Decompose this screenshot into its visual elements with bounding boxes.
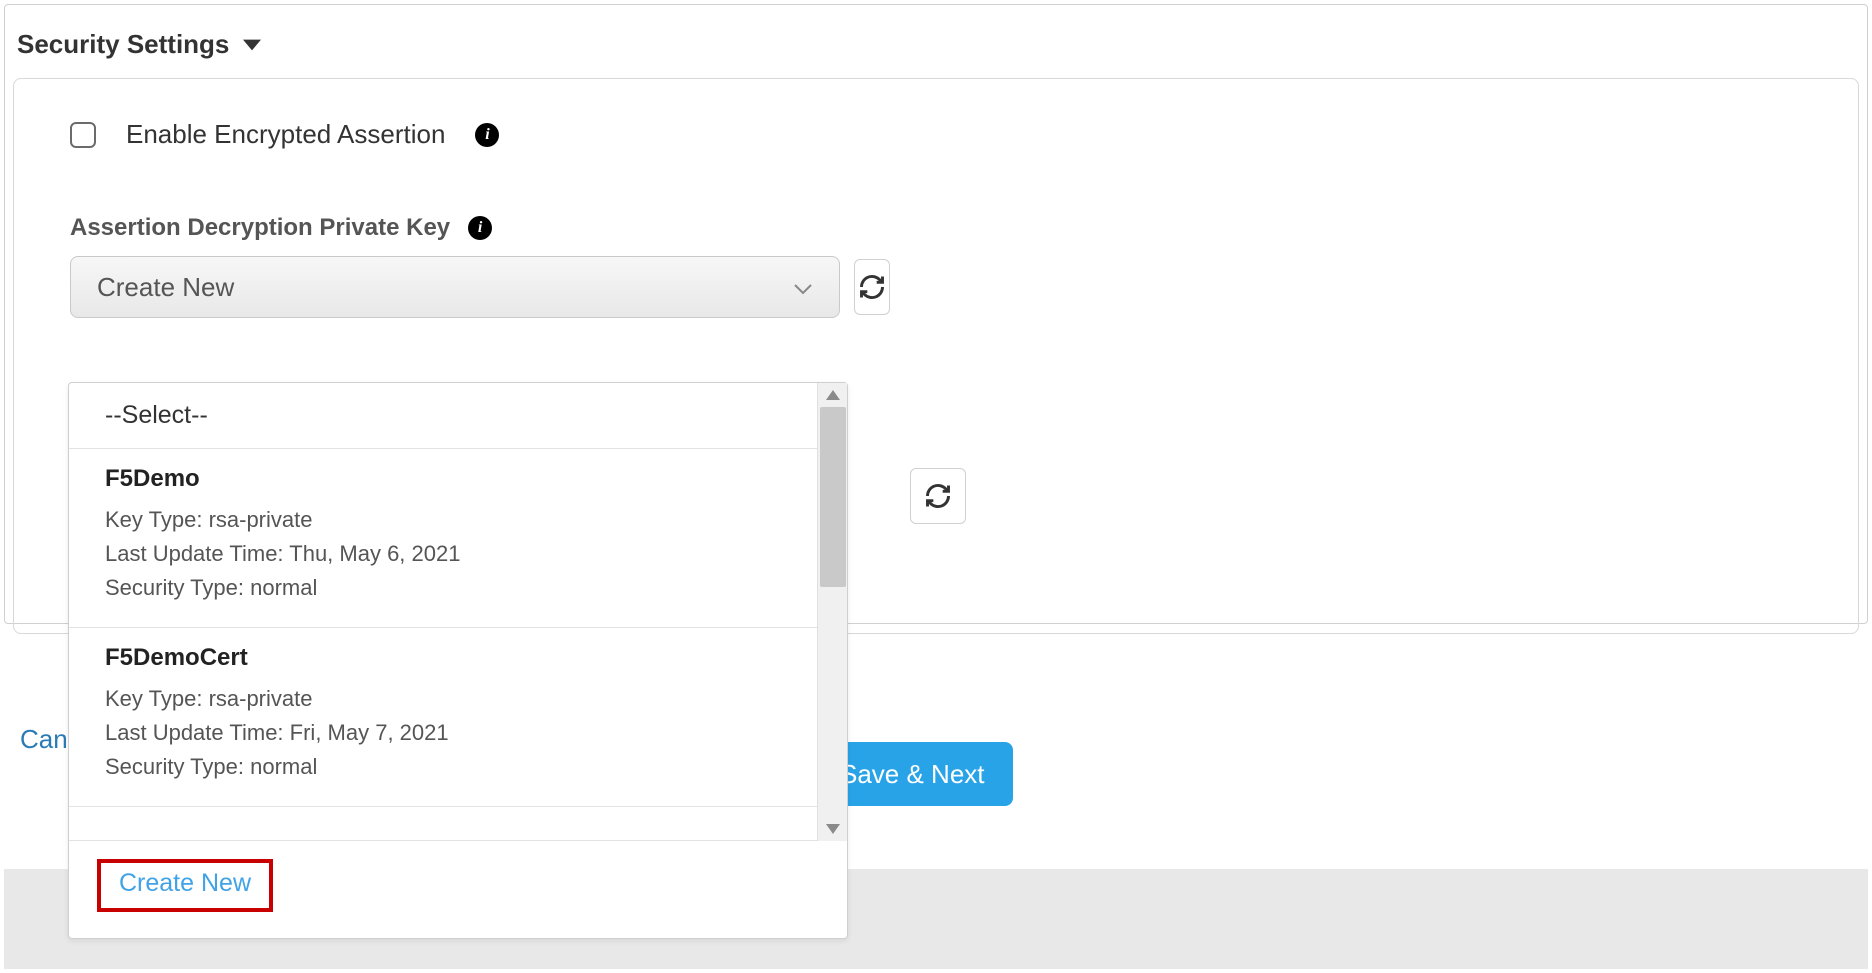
assertion-key-select-row: Create New bbox=[70, 256, 890, 318]
dropdown-option-f5demo[interactable]: F5Demo Key Type: rsa-private Last Update… bbox=[69, 449, 847, 628]
enable-encrypted-label: Enable Encrypted Assertion bbox=[126, 119, 445, 150]
dropdown-option-f5democert[interactable]: F5DemoCert Key Type: rsa-private Last Up… bbox=[69, 628, 847, 807]
create-new-option[interactable]: Create New bbox=[97, 859, 273, 912]
dropdown-option-placeholder[interactable]: --Select-- bbox=[69, 383, 847, 449]
option-keytype: Key Type: rsa-private bbox=[105, 507, 811, 533]
enable-encrypted-checkbox[interactable] bbox=[70, 122, 96, 148]
option-lastupdate: Last Update Time: Fri, May 7, 2021 bbox=[105, 720, 811, 746]
dropdown-option-peek[interactable] bbox=[69, 807, 847, 841]
chevron-down-icon bbox=[793, 272, 813, 303]
option-securitytype: Security Type: normal bbox=[105, 575, 811, 601]
caret-down-icon bbox=[243, 38, 261, 52]
refresh-button[interactable] bbox=[854, 259, 890, 315]
scroll-down-icon[interactable] bbox=[818, 817, 848, 841]
option-keytype: Key Type: rsa-private bbox=[105, 686, 811, 712]
section-title: Security Settings bbox=[17, 29, 229, 60]
info-icon[interactable]: i bbox=[468, 216, 492, 240]
section-header[interactable]: Security Settings bbox=[13, 9, 1859, 78]
refresh-button-secondary[interactable] bbox=[910, 468, 966, 524]
scrollbar-thumb[interactable] bbox=[820, 407, 846, 587]
next-button-label: Save & Next bbox=[840, 759, 985, 790]
option-lastupdate: Last Update Time: Thu, May 6, 2021 bbox=[105, 541, 811, 567]
enable-encrypted-row: Enable Encrypted Assertion i bbox=[70, 119, 1802, 150]
scrollbar-track[interactable] bbox=[817, 383, 847, 841]
info-icon[interactable]: i bbox=[475, 123, 499, 147]
scroll-up-icon[interactable] bbox=[818, 383, 848, 407]
option-title: F5DemoCert bbox=[105, 644, 811, 672]
dropdown-placeholder-text: --Select-- bbox=[105, 401, 208, 429]
select-value: Create New bbox=[97, 272, 234, 303]
option-securitytype: Security Type: normal bbox=[105, 754, 811, 780]
dropdown-footer: Create New bbox=[69, 841, 847, 938]
assertion-key-select[interactable]: Create New bbox=[70, 256, 840, 318]
assertion-key-label: Assertion Decryption Private Key i bbox=[70, 214, 1802, 242]
option-title: F5Demo bbox=[105, 465, 811, 493]
assertion-key-dropdown: --Select-- F5Demo Key Type: rsa-private … bbox=[68, 382, 848, 939]
assertion-key-text: Assertion Decryption Private Key bbox=[70, 214, 450, 242]
dropdown-scroll-area: --Select-- F5Demo Key Type: rsa-private … bbox=[69, 383, 847, 841]
